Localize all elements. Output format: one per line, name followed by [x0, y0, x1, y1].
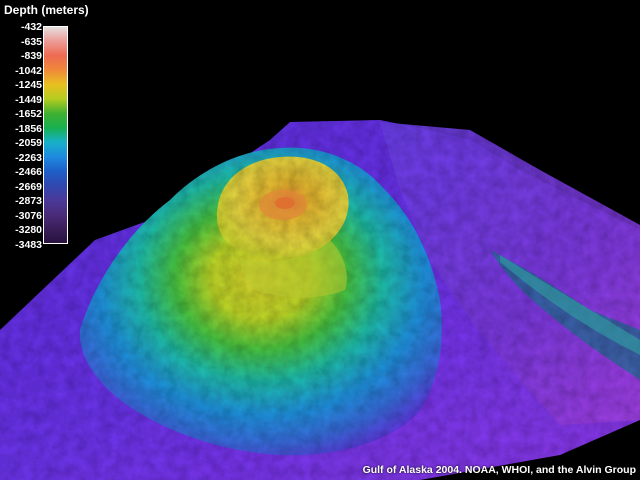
depth-label: -3280	[15, 224, 42, 236]
summit-peak-core	[275, 197, 295, 209]
depth-label: -2059	[15, 137, 42, 149]
depth-label: -2669	[15, 180, 42, 193]
depth-label: -3483	[15, 238, 42, 251]
depth-label: -2873	[15, 195, 42, 207]
depth-label: -1042	[15, 64, 42, 77]
depth-label: -635	[20, 35, 42, 48]
image-credit: Gulf of Alaska 2004. NOAA, WHOI, and the…	[362, 464, 636, 476]
depth-label: -839	[20, 50, 42, 62]
depth-label: -3076	[15, 209, 42, 222]
depth-label: -432	[20, 21, 42, 33]
seamount-bathymetry-render	[0, 120, 640, 480]
depth-color-scale	[43, 26, 68, 244]
depth-label: -1652	[15, 108, 42, 120]
depth-label: -2263	[15, 151, 42, 164]
depth-label: -1449	[15, 93, 42, 106]
depth-label: -1245	[15, 79, 42, 91]
depth-scale-labels: -432 -635 -839 -1042 -1245 -1449 -1652 -1856 -20…	[0, 0, 42, 480]
depth-label: -1856	[15, 122, 42, 135]
depth-label: -2466	[15, 166, 42, 178]
